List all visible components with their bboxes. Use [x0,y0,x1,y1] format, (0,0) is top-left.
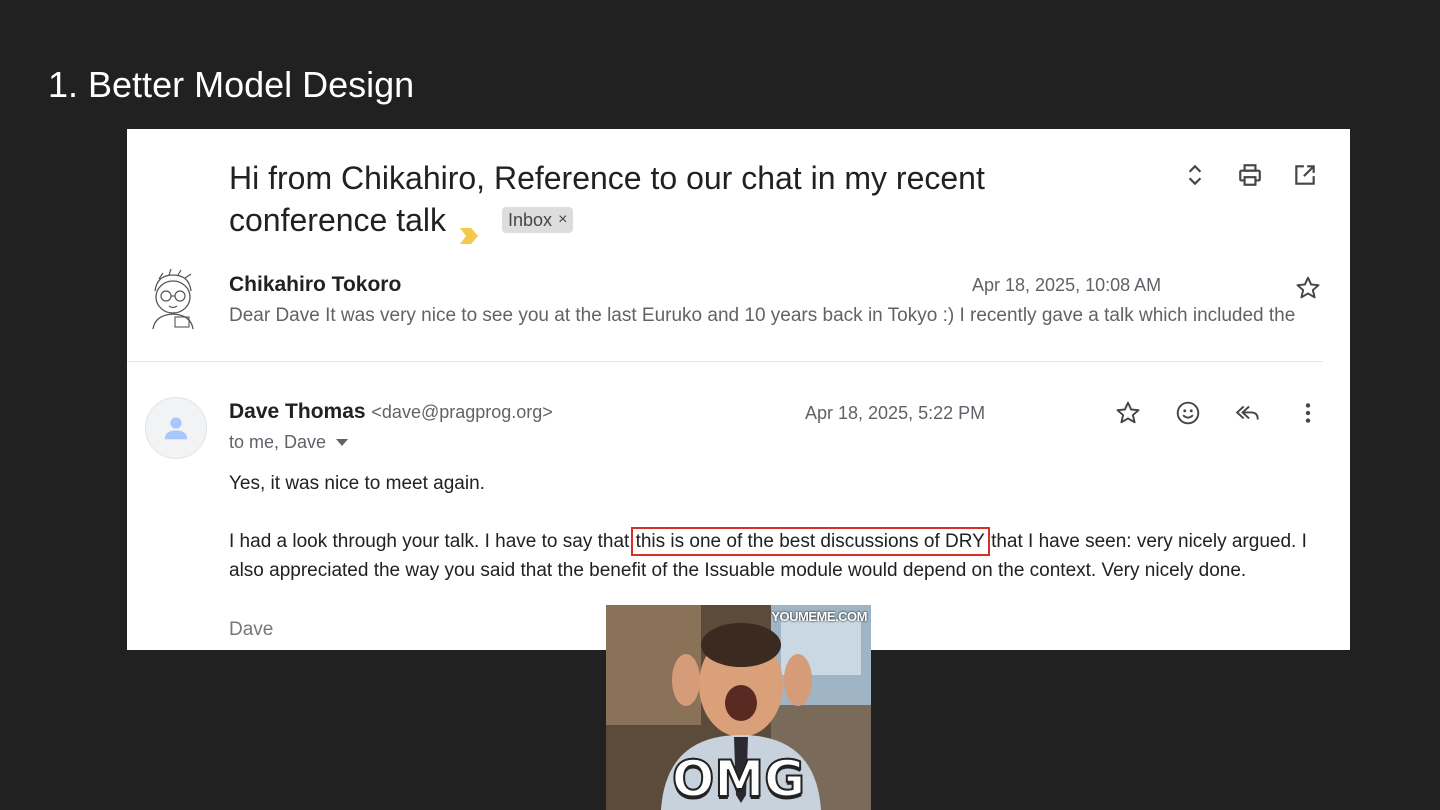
avatar[interactable] [145,397,207,459]
meme-image: YOUMEME.COM OMG [606,605,871,810]
sender-line: Dave Thomas <dave@pragprog.org> [229,400,553,424]
expand-collapse-icon[interactable] [1182,162,1208,188]
message-snippet[interactable]: Dear Dave It was very nice to see you at… [229,305,1323,327]
slide-title: 1. Better Model Design [48,64,415,105]
message-body-paragraph: Yes, it was nice to meet again. [229,473,485,494]
chevron-down-icon[interactable] [336,438,349,447]
thread-header-actions [1182,162,1318,188]
meme-watermark: YOUMEME.COM [771,609,867,624]
reply-all-icon[interactable] [1235,400,1261,426]
message-body-paragraph: I had a look through your talk. I have t… [229,527,1339,585]
person-icon [164,417,188,440]
sender-email: <dave@pragprog.org> [371,402,553,422]
more-options-icon[interactable] [1295,400,1321,426]
meme-caption: OMG [671,749,806,809]
emoji-reaction-icon[interactable] [1175,400,1201,426]
message-date: Apr 18, 2025, 10:08 AM [972,275,1162,295]
label-chip-text: Inbox [508,209,553,230]
star-icon[interactable] [1295,275,1321,301]
sender-avatar-sketch [145,268,201,331]
signature: Dave [229,619,274,640]
body-text-before: I had a look through your talk. I have t… [229,531,635,552]
open-in-new-window-icon[interactable] [1292,162,1318,188]
email-subject: Hi from Chikahiro, Reference to our chat… [229,157,1049,244]
star-icon[interactable] [1115,400,1141,426]
remove-label-icon[interactable]: × [558,211,567,229]
message-date: Apr 18, 2025, 5:22 PM [805,403,986,423]
recipients-text: to me, Dave [229,432,327,452]
label-chip-inbox: Inbox × [502,206,574,233]
sender-name[interactable]: Dave Thomas [229,400,366,423]
importance-marker-icon[interactable] [460,212,479,244]
recipients-line[interactable]: to me, Dave [229,432,349,453]
message-divider [127,361,1323,362]
email-thread-view: Hi from Chikahiro, Reference to our chat… [127,129,1350,650]
print-icon[interactable] [1237,162,1263,188]
subject-text: Hi from Chikahiro, Reference to our chat… [229,160,985,238]
highlighted-quote: this is one of the best discussions of D… [630,527,990,556]
sender-name[interactable]: Chikahiro Tokoro [229,273,401,297]
message-actions [1115,400,1321,426]
